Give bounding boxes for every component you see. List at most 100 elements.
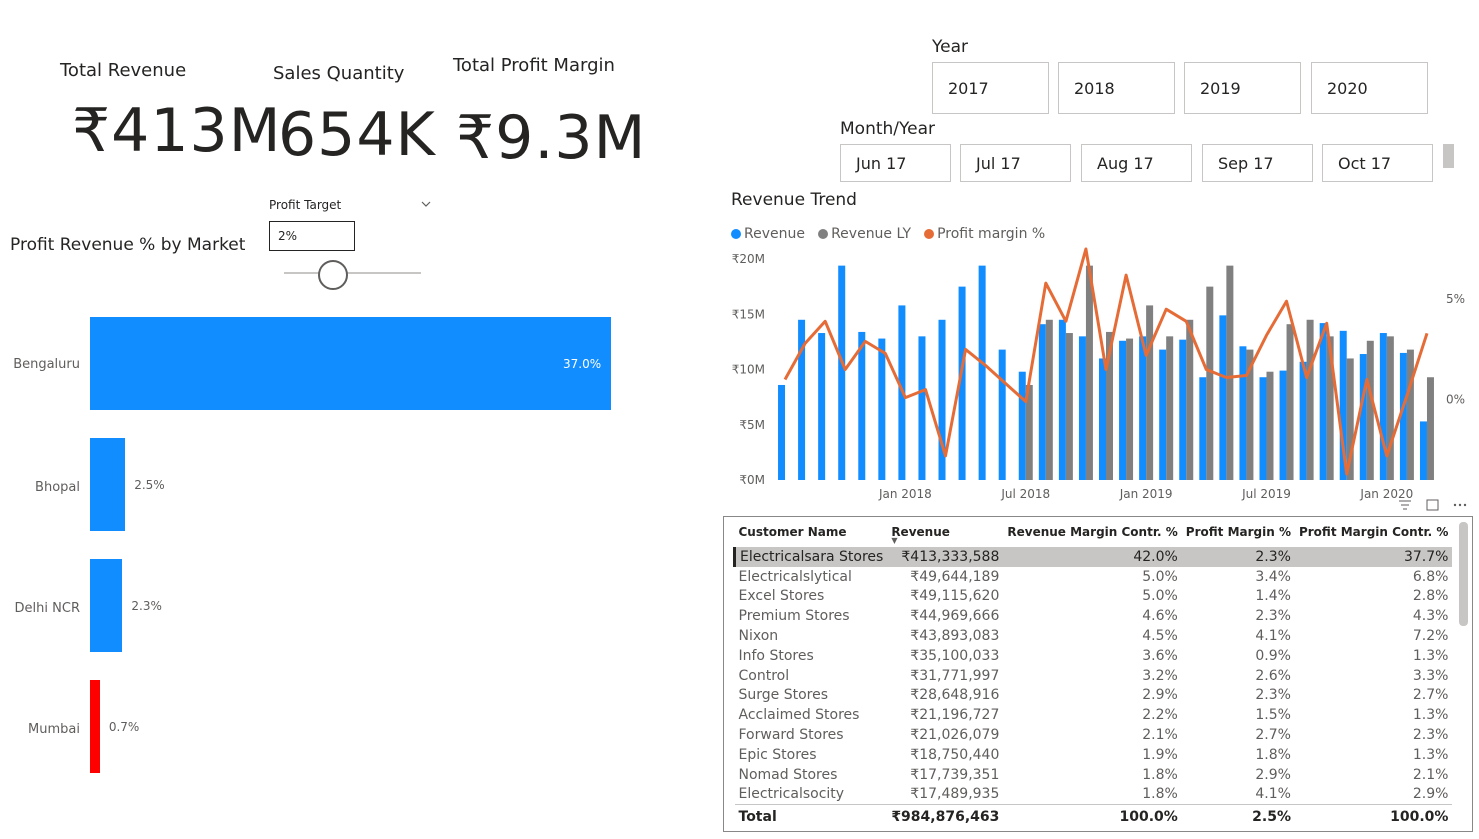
filter-icon[interactable]: [1397, 497, 1413, 511]
table-row[interactable]: Electricalsara Stores ₹413,333,588 42.0% 2.…: [733, 547, 1453, 567]
cell-profit-margin: 0.9%: [1255, 647, 1291, 664]
revenue-ly-bar[interactable]: [1266, 371, 1274, 480]
revenue-bar[interactable]: [1078, 336, 1086, 480]
revenue-bar[interactable]: [1038, 324, 1046, 480]
profit-target-input[interactable]: [269, 221, 355, 251]
more-options-icon[interactable]: [1452, 497, 1468, 511]
month-slicer-scrollbar[interactable]: [1443, 144, 1454, 168]
revenue-ly-bar[interactable]: [1286, 324, 1294, 480]
month-option-jun-17[interactable]: Jun 17: [840, 144, 951, 182]
revenue-bar[interactable]: [998, 349, 1006, 480]
month-option-sep-17[interactable]: Sep 17: [1202, 144, 1313, 182]
revenue-bar[interactable]: [1299, 361, 1307, 480]
col-header-profit-margin[interactable]: Profit Margin %: [1182, 517, 1295, 547]
legend-revenue[interactable]: Revenue: [731, 226, 805, 242]
revenue-bar[interactable]: [1419, 421, 1427, 480]
year-option-2018[interactable]: 2018: [1058, 62, 1175, 114]
chevron-down-icon[interactable]: [419, 196, 433, 210]
focus-mode-icon[interactable]: [1425, 497, 1441, 511]
revenue-bar[interactable]: [778, 384, 786, 480]
revenue-bar[interactable]: [878, 338, 886, 480]
table-row[interactable]: Control ₹31,771,997 3.2% 2.6% 3.3%: [735, 666, 1453, 686]
revenue-ly-bar[interactable]: [1406, 349, 1414, 480]
year-option-2017[interactable]: 2017: [932, 62, 1049, 114]
y2-tick-label: 0%: [1446, 393, 1465, 407]
revenue-ly-bar[interactable]: [1426, 377, 1434, 480]
revenue-bar[interactable]: [1119, 340, 1127, 480]
legend-profit-margin[interactable]: Profit margin %: [924, 226, 1045, 242]
revenue-bar[interactable]: [818, 333, 826, 480]
table-row[interactable]: Acclaimed Stores ₹21,196,727 2.2% 1.5% 1.3%: [735, 705, 1453, 725]
cell-revenue: ₹17,489,935: [910, 786, 1000, 803]
table-row[interactable]: Electricalslytical ₹49,644,189 5.0% 3.4% 6.8…: [735, 567, 1453, 587]
revenue-bar[interactable]: [1199, 377, 1207, 480]
revenue-ly-bar[interactable]: [1386, 336, 1394, 480]
col-header-profit-contr[interactable]: Profit Margin Contr. %: [1295, 517, 1452, 547]
revenue-ly-bar[interactable]: [1126, 338, 1134, 480]
month-option-jul-17[interactable]: Jul 17: [960, 144, 1071, 182]
table-row[interactable]: Excel Stores ₹49,115,620 5.0% 1.4% 2.8%: [735, 587, 1453, 607]
market-bar-bhopal[interactable]: [90, 438, 126, 531]
revenue-ly-bar[interactable]: [1045, 319, 1053, 480]
revenue-ly-bar[interactable]: [1206, 286, 1214, 480]
revenue-bar[interactable]: [918, 336, 926, 480]
market-bar-delhi-ncr[interactable]: [90, 559, 123, 652]
revenue-bar[interactable]: [1099, 358, 1106, 480]
revenue-bar[interactable]: [1239, 346, 1247, 480]
revenue-bar[interactable]: [1159, 349, 1167, 480]
revenue-bar[interactable]: [858, 331, 866, 480]
col-header-customer[interactable]: Customer Name: [735, 517, 888, 547]
month-option-oct-17[interactable]: Oct 17: [1322, 144, 1433, 182]
revenue-bar[interactable]: [1279, 370, 1287, 480]
legend-revenue-ly[interactable]: Revenue LY: [818, 226, 911, 242]
revenue-bar[interactable]: [1018, 371, 1026, 480]
revenue-bar[interactable]: [1359, 354, 1367, 480]
revenue-bar[interactable]: [1139, 336, 1147, 480]
market-label: Delhi NCR: [14, 601, 80, 616]
market-row[interactable]: Delhi NCR 2.3%: [0, 559, 700, 652]
cell-revenue-margin: 42.0%: [1003, 547, 1182, 567]
profit-target-slider-track[interactable]: [284, 272, 421, 274]
revenue-ly-bar[interactable]: [1226, 265, 1234, 480]
market-bar-mumbai[interactable]: [90, 680, 100, 773]
cell-revenue: ₹49,115,620: [910, 588, 1000, 605]
market-bar-bengaluru[interactable]: [90, 317, 611, 410]
year-slicer-title: Year: [932, 37, 968, 57]
year-option-2020[interactable]: 2020: [1311, 62, 1428, 114]
revenue-bar[interactable]: [978, 265, 986, 480]
table-row[interactable]: Premium Stores ₹44,969,666 4.6% 2.3% 4.3%: [735, 606, 1453, 626]
revenue-bar[interactable]: [1219, 315, 1227, 480]
cell-profit-margin: 1.8%: [1255, 746, 1291, 763]
table-scrollbar[interactable]: [1459, 522, 1468, 626]
revenue-bar[interactable]: [838, 265, 846, 480]
table-row[interactable]: Info Stores ₹35,100,033 3.6% 0.9% 1.3%: [735, 646, 1453, 666]
revenue-ly-bar[interactable]: [1065, 333, 1073, 480]
revenue-bar[interactable]: [1259, 377, 1267, 480]
col-header-revenue[interactable]: Revenue ▼: [887, 517, 1003, 547]
revenue-ly-bar[interactable]: [1166, 336, 1174, 480]
revenue-ly-bar[interactable]: [1146, 305, 1154, 480]
revenue-ly-bar[interactable]: [1366, 340, 1374, 480]
table-row[interactable]: Surge Stores ₹28,648,916 2.9% 2.3% 2.7%: [735, 686, 1453, 706]
revenue-bar[interactable]: [1319, 323, 1327, 480]
market-row[interactable]: Bhopal 2.5%: [0, 438, 700, 531]
profit-target-slider-thumb[interactable]: [318, 260, 349, 290]
revenue-ly-bar[interactable]: [1186, 319, 1194, 480]
market-row[interactable]: Mumbai 0.7%: [0, 680, 700, 773]
table-row[interactable]: Forward Stores ₹21,026,079 2.1% 2.7% 2.3%: [735, 725, 1453, 745]
table-row[interactable]: Nomad Stores ₹17,739,351 1.8% 2.9% 2.1%: [735, 765, 1453, 785]
revenue-bar[interactable]: [1179, 339, 1187, 480]
table-row[interactable]: Electricalsocity ₹17,489,935 1.8% 4.1% 2.9%: [735, 785, 1453, 805]
revenue-ly-bar[interactable]: [1085, 265, 1093, 480]
year-option-2019[interactable]: 2019: [1184, 62, 1301, 114]
table-row[interactable]: Epic Stores ₹18,750,440 1.9% 1.8% 1.3%: [735, 745, 1453, 765]
cell-profit-margin: 1.4%: [1255, 588, 1291, 605]
revenue-ly-bar[interactable]: [1306, 319, 1314, 480]
cell-customer: Surge Stores: [738, 687, 829, 704]
table-row[interactable]: Nixon ₹43,893,083 4.5% 4.1% 7.2%: [735, 626, 1453, 646]
revenue-bar[interactable]: [1379, 333, 1387, 480]
market-row[interactable]: Bengaluru 37.0%: [0, 317, 700, 410]
revenue-bar[interactable]: [1058, 319, 1066, 480]
month-option-aug-17[interactable]: Aug 17: [1081, 144, 1192, 182]
col-header-revenue-margin[interactable]: Revenue Margin Contr. %: [1003, 517, 1181, 547]
